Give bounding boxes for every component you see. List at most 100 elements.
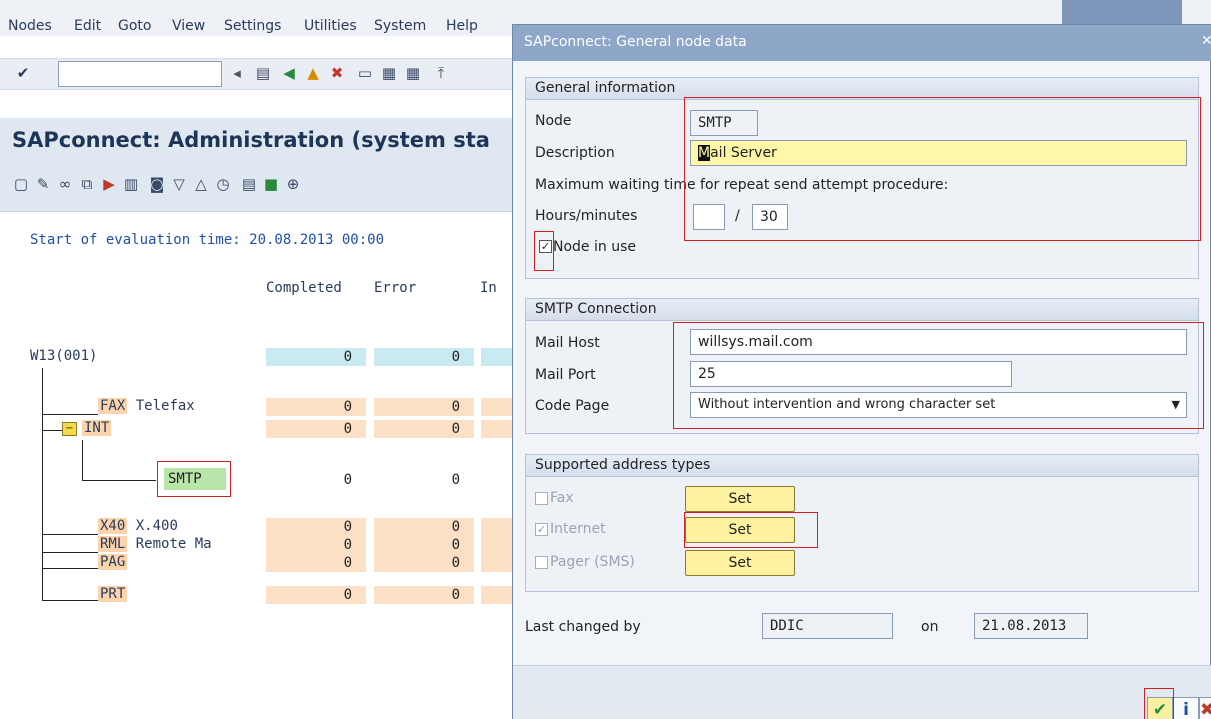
tree-line	[42, 368, 43, 600]
tree-line	[42, 414, 98, 415]
menu-system[interactable]: System	[374, 18, 426, 34]
node-code: X40	[98, 518, 128, 534]
last-changed-date: 21.08.2013	[974, 613, 1088, 639]
tree-item-int[interactable]: INT	[82, 420, 112, 436]
tree-item-x400[interactable]: X40 X.400	[98, 518, 178, 534]
fax-checkbox[interactable]	[535, 492, 548, 505]
table-cell: 0	[266, 586, 366, 604]
refresh-icon[interactable]: ◙	[148, 175, 166, 193]
window-controls	[1062, 0, 1182, 24]
tree-item-fax[interactable]: FAX Telefax	[98, 398, 195, 414]
internet-checkbox[interactable]: ✓	[535, 523, 548, 536]
tree-line	[42, 600, 98, 601]
copy-icon[interactable]: ⧉	[78, 175, 96, 193]
table-cell	[481, 536, 512, 554]
folder-open-icon[interactable]: −	[62, 422, 77, 436]
collapse-icon[interactable]: △	[192, 175, 210, 193]
column-completed: Completed	[266, 280, 342, 296]
tree-line	[82, 480, 156, 481]
table-cell	[481, 554, 512, 572]
table-cell: 0	[374, 518, 474, 536]
back-icon[interactable]: ◀	[280, 64, 298, 82]
table-cell: 0	[266, 518, 366, 536]
highlight-box	[684, 97, 1201, 241]
close-icon[interactable]: ✕	[1201, 33, 1211, 49]
description-label: Description	[535, 145, 615, 161]
command-field[interactable]	[58, 61, 222, 87]
column-error: Error	[374, 280, 417, 296]
enter-icon[interactable]: ✔	[14, 64, 32, 82]
menu-edit[interactable]: Edit	[74, 18, 101, 34]
last-changed-label: Last changed by	[525, 619, 641, 635]
code-page-label: Code Page	[535, 398, 610, 414]
node-description: Telefax	[135, 398, 195, 414]
first-page-icon[interactable]: ⤒	[432, 64, 450, 82]
new-icon[interactable]: ▢	[12, 175, 30, 193]
find-next-icon[interactable]: ▦	[404, 64, 422, 82]
table-cell: 0	[374, 420, 474, 438]
column-in: In	[480, 280, 497, 296]
table-cell: 0	[374, 536, 474, 554]
mail-host-label: Mail Host	[535, 335, 600, 351]
exit-icon[interactable]: ▲	[304, 64, 322, 82]
command-dropdown-icon[interactable]: ◂	[228, 64, 246, 82]
node-description: Remote Ma	[135, 536, 212, 552]
table-cell: 0	[266, 398, 366, 416]
group-heading: SMTP Connection	[526, 299, 1198, 321]
last-changed-user: DDIC	[762, 613, 893, 639]
internet-label: Internet	[550, 521, 606, 537]
cancel-icon[interactable]: ✖	[328, 64, 346, 82]
find-icon[interactable]: ▦	[380, 64, 398, 82]
evaluation-time-label: Start of evaluation time: 20.08.2013 00:…	[30, 232, 385, 248]
set-fax-button[interactable]: Set	[685, 486, 795, 512]
general-node-data-dialog: SAPconnect: General node data ✕ General …	[512, 24, 1211, 719]
menu-settings[interactable]: Settings	[224, 18, 281, 34]
highlight-box	[1144, 688, 1174, 719]
node-label: Node	[535, 113, 572, 129]
tree-line	[42, 552, 98, 553]
print-icon[interactable]: ▭	[356, 64, 374, 82]
execute-icon[interactable]: ▶	[100, 175, 118, 193]
clock-icon[interactable]: ◷	[214, 175, 232, 193]
layout-icon[interactable]: ▤	[240, 175, 258, 193]
table-cell	[481, 586, 512, 604]
edit-icon[interactable]: ✎	[34, 175, 52, 193]
table-cell	[481, 518, 512, 536]
tree-item-pag[interactable]: PAG	[98, 554, 128, 570]
menu-utilities[interactable]: Utilities	[304, 18, 357, 34]
table-cell: 0	[266, 420, 366, 438]
job-icon[interactable]: ■	[262, 175, 280, 193]
info-icon[interactable]: i	[1173, 697, 1199, 719]
tree-line	[82, 440, 83, 480]
menu-nodes[interactable]: Nodes	[8, 18, 52, 34]
tree-item-rml[interactable]: RML Remote Ma	[98, 536, 212, 552]
save-icon[interactable]: ▤	[254, 64, 272, 82]
set-pager-button[interactable]: Set	[685, 550, 795, 576]
highlight-box	[534, 231, 554, 271]
page-title: SAPconnect: Administration (system sta	[12, 128, 490, 152]
pager-checkbox[interactable]	[535, 556, 548, 569]
table-cell: 0	[343, 472, 352, 488]
expand-icon[interactable]: ▽	[170, 175, 188, 193]
delete-icon[interactable]: ▥	[122, 175, 140, 193]
on-label: on	[921, 619, 939, 635]
table-cell: 0	[451, 472, 460, 488]
dialog-title: SAPconnect: General node data	[524, 34, 747, 50]
table-cell	[481, 348, 512, 366]
table-cell: 0	[374, 586, 474, 604]
tree-item-smtp[interactable]: SMTP	[164, 468, 226, 490]
menu-view[interactable]: View	[172, 18, 205, 34]
tree-line	[42, 430, 62, 431]
dialog-footer	[513, 665, 1211, 719]
send-icon[interactable]: ⊕	[284, 175, 302, 193]
cancel-x-icon[interactable]: ✖	[1199, 697, 1211, 719]
table-cell: 0	[266, 536, 366, 554]
tree-line	[42, 534, 98, 535]
tree-root[interactable]: W13(001)	[30, 348, 97, 364]
menu-goto[interactable]: Goto	[118, 18, 151, 34]
node-description: X.400	[135, 518, 178, 534]
menu-help[interactable]: Help	[446, 18, 478, 34]
glasses-icon[interactable]: ∞	[56, 175, 74, 193]
table-cell: 0	[374, 554, 474, 572]
tree-item-prt[interactable]: PRT	[98, 586, 128, 602]
